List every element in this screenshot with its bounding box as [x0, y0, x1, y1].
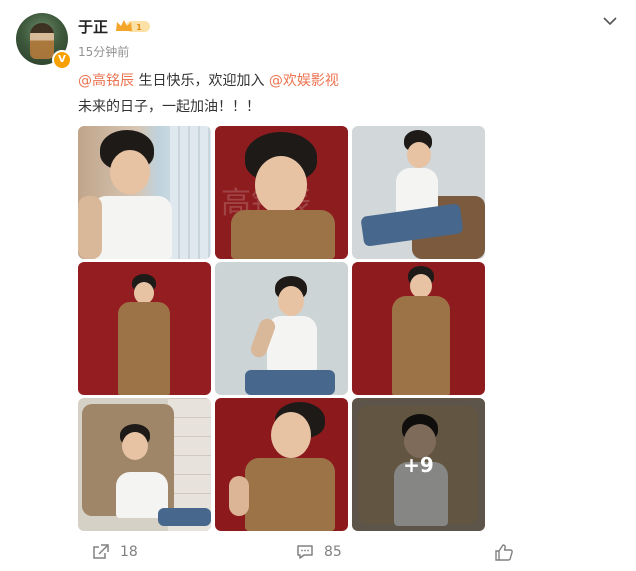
face [271, 412, 311, 458]
share-icon [93, 544, 109, 559]
long-coat [392, 296, 450, 395]
comment-button[interactable]: 85 [296, 542, 342, 562]
arm [78, 196, 102, 259]
face [255, 156, 307, 214]
photo-tile-3[interactable] [352, 126, 485, 259]
face [278, 286, 304, 316]
post-time[interactable]: 15分钟前 [78, 43, 129, 60]
white-tank [92, 196, 172, 259]
photo-tile-1[interactable] [78, 126, 211, 259]
more-images-count[interactable]: +9 [352, 398, 485, 531]
chevron-down-icon[interactable] [602, 14, 618, 28]
jeans [245, 370, 335, 395]
share-count: 18 [120, 544, 138, 560]
long-coat [118, 302, 170, 395]
post-text-line1: @高铭辰 生日快乐，欢迎加入 @欢娱影视 [78, 70, 339, 90]
v-badge-icon: V [52, 50, 72, 70]
trench-coat [245, 458, 335, 531]
trench-coat [231, 210, 335, 259]
crown-level-icon: 1 [116, 20, 150, 32]
mention-huanyu[interactable]: @欢娱影视 [269, 73, 339, 89]
photo-tile-7[interactable] [78, 398, 211, 531]
weibo-post: V 于正 1 15分钟前 @高铭辰 生日快乐，欢迎加入 @欢娱影视 未来的日子，… [0, 0, 636, 571]
share-button[interactable]: 18 [92, 542, 138, 562]
level-number: 1 [136, 23, 142, 32]
photo-tile-4[interactable] [78, 262, 211, 395]
face [410, 274, 432, 298]
photo-tile-8[interactable] [215, 398, 348, 531]
post-text-middle: 生日快乐，欢迎加入 [134, 73, 269, 89]
photo-tile-5[interactable] [215, 262, 348, 395]
comment-count: 85 [324, 544, 342, 560]
image-grid: 高铭辰 [78, 126, 485, 531]
thumb-up-icon [495, 543, 513, 561]
face [110, 150, 150, 194]
photo-tile-2[interactable]: 高铭辰 [215, 126, 348, 259]
avatar-person [30, 23, 54, 59]
like-button[interactable] [495, 542, 523, 562]
mention-gaomingchen[interactable]: @高铭辰 [78, 73, 134, 89]
face [122, 432, 148, 460]
photo-tile-6[interactable] [352, 262, 485, 395]
photo-tile-9[interactable]: +9 [352, 398, 485, 531]
username[interactable]: 于正 [78, 16, 108, 37]
face [134, 282, 154, 304]
hand [229, 476, 249, 516]
comment-icon [297, 545, 313, 559]
jeans [158, 508, 211, 526]
window-blinds [170, 126, 211, 259]
post-text-line2: 未来的日子，一起加油！！！ [78, 99, 260, 115]
face [407, 142, 431, 168]
